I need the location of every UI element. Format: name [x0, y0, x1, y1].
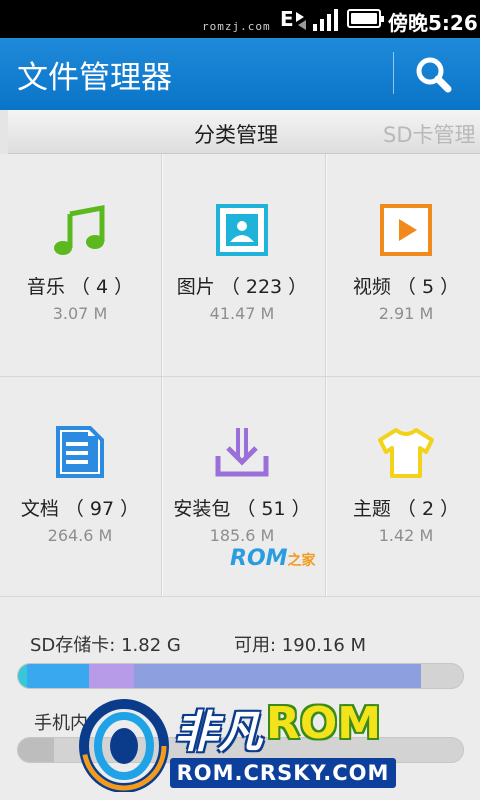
category-size: 3.07 M [52, 304, 108, 323]
usage-bar-segment [26, 664, 90, 688]
category-size: 185.6 M [209, 526, 275, 545]
category-label: 文档 （ 97 ） [20, 498, 140, 520]
search-button[interactable] [404, 50, 464, 98]
usage-bar-segment [89, 664, 134, 688]
network-type-indicator: E [280, 7, 294, 31]
crsky-rom-logo: 非凡 ROM ROM.CRSKY.COM [78, 690, 404, 800]
tab-sd-card-management[interactable]: SD卡管理 [383, 119, 476, 149]
category-grid: 音乐 （ 4 ） 3.07 M 图片 （ 223 ） 41.47 M 视频 （ … [0, 154, 480, 598]
watermark-home-text: 之家 [287, 553, 316, 569]
tab-scroll-hint [0, 110, 8, 154]
sd-card-available: 可用: 190.16 M [234, 635, 367, 656]
music-note-icon [54, 204, 105, 255]
tab-category-management[interactable]: 分类管理 [194, 119, 278, 149]
category-label: 音乐 （ 4 ） [26, 276, 134, 298]
usage-bar-segment [18, 738, 54, 762]
status-watermark: romzj.com [202, 20, 271, 33]
tshirt-theme-icon [378, 428, 434, 478]
category-size: 2.91 M [378, 304, 434, 323]
logo-brand-rom: ROM [266, 698, 382, 749]
sd-card-capacity: SD存储卡: 1.82 G [30, 635, 181, 656]
category-label: 视频 （ 5 ） [352, 276, 460, 298]
search-icon [416, 57, 452, 93]
category-size: 264.6 M [47, 526, 113, 545]
status-time: 傍晚5:26 [388, 11, 478, 35]
romzj-watermark-logo: ROM之家 [230, 546, 316, 571]
category-documents[interactable]: 文档 （ 97 ） 264.6 M [0, 376, 160, 598]
battery-icon [347, 9, 384, 28]
logo-swirl-icon [79, 699, 169, 792]
tab-bar: 分类管理 SD卡管理 [0, 110, 480, 154]
data-activity-icon [296, 12, 306, 30]
picture-icon [216, 204, 268, 256]
category-label: 主题 （ 2 ） [352, 498, 460, 520]
document-icon [56, 426, 104, 478]
status-bar: romzj.com E 傍晚5:26 [0, 0, 480, 38]
category-themes[interactable]: 主题 （ 2 ） 1.42 M [326, 376, 480, 598]
watermark-rom-text: ROM [230, 546, 288, 571]
signal-strength-icon [313, 9, 338, 31]
category-pictures[interactable]: 图片 （ 223 ） 41.47 M [162, 154, 322, 376]
category-label: 安装包 （ 51 ） [173, 498, 311, 520]
usage-bar-segment [133, 664, 421, 688]
logo-brand-chinese: 非凡 [174, 707, 262, 758]
category-video[interactable]: 视频 （ 5 ） 2.91 M [326, 154, 480, 376]
category-size: 41.47 M [209, 304, 275, 323]
app-title-bar: 文件管理器 [0, 38, 480, 110]
title-divider [393, 52, 394, 94]
app-screen: romzj.com E 傍晚5:26 文件管理器 分类管理 SD卡管理 音乐 （… [0, 0, 480, 800]
download-install-icon [215, 428, 269, 477]
video-play-icon [380, 204, 432, 256]
logo-url: ROM.CRSKY.COM [170, 758, 396, 788]
category-size: 1.42 M [378, 526, 434, 545]
usage-bar-segment [18, 664, 27, 688]
page-title: 文件管理器 [17, 60, 172, 96]
sd-usage-bar [17, 663, 464, 689]
category-label: 图片 （ 223 ） [176, 276, 308, 298]
category-music[interactable]: 音乐 （ 4 ） 3.07 M [0, 154, 160, 376]
